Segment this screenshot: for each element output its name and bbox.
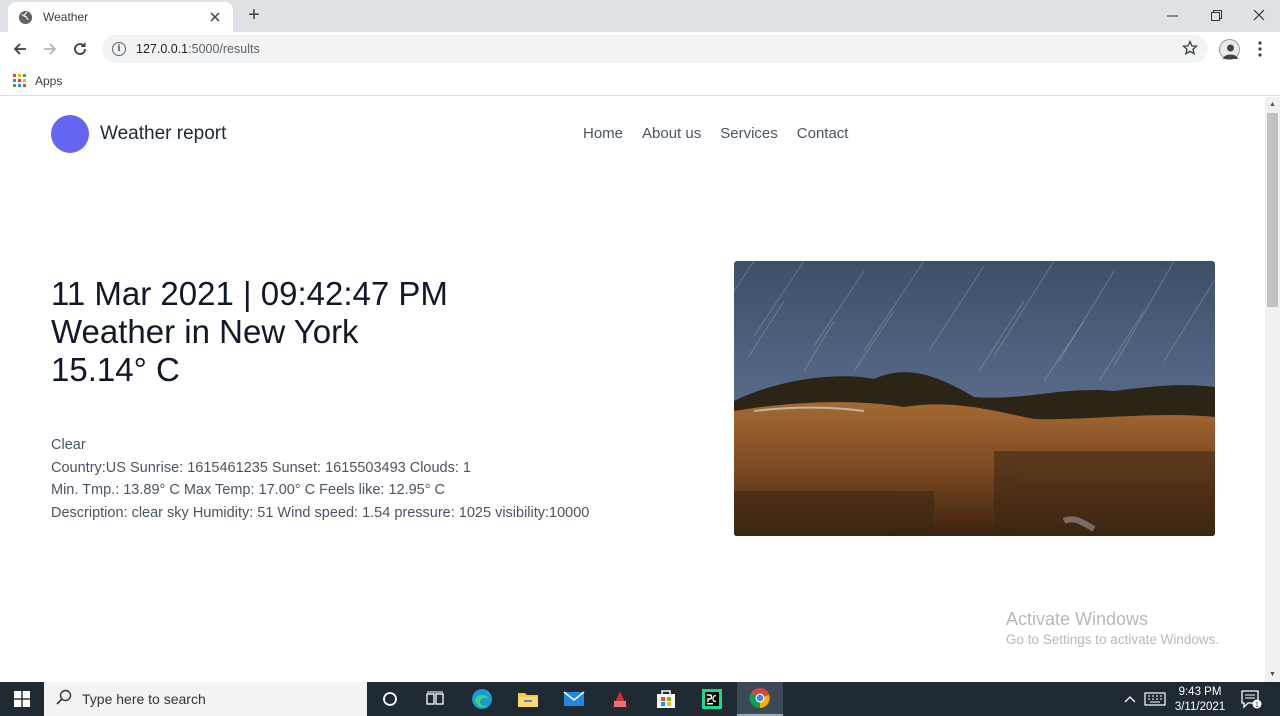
nav-contact[interactable]: Contact — [797, 125, 849, 142]
tray-chevron-up-icon[interactable] — [1120, 682, 1140, 716]
profile-avatar[interactable] — [1219, 39, 1240, 60]
nav-services[interactable]: Services — [720, 125, 778, 142]
temperature-line: Min. Tmp.: 13.89° C Max Temp: 17.00° C F… — [51, 482, 446, 498]
condition-text: Clear — [51, 437, 86, 453]
page-viewport: Weather report Home About us Services Co… — [0, 97, 1265, 682]
reload-icon[interactable] — [68, 37, 92, 61]
scroll-up-arrow-icon[interactable]: ▲ — [1265, 97, 1280, 112]
pycharm-icon[interactable] — [689, 682, 735, 716]
site-brand[interactable]: Weather report — [51, 115, 226, 153]
close-window-icon[interactable] — [1237, 0, 1280, 30]
weather-headline: 11 Mar 2021 | 09:42:47 PM Weather in New… — [51, 275, 448, 389]
country-sun-line: Country:US Sunrise: 1615461235 Sunset: 1… — [51, 459, 471, 476]
main-nav: Home About us Services Contact — [583, 125, 867, 142]
bookmarks-bar: Apps — [0, 66, 1280, 96]
chrome-icon[interactable] — [737, 682, 783, 716]
menu-kebab-icon[interactable] — [1254, 40, 1266, 58]
address-bar[interactable]: i 127.0.0.1:5000/results — [102, 35, 1208, 63]
maximize-icon[interactable] — [1194, 0, 1238, 30]
app-red-icon[interactable] — [597, 682, 643, 716]
bookmark-star-icon[interactable] — [1181, 39, 1200, 58]
forward-arrow-icon[interactable] — [38, 37, 62, 61]
datetime-heading: 11 Mar 2021 | 09:42:47 PM — [51, 275, 448, 312]
clock-date: 3/11/2021 — [1174, 701, 1226, 713]
close-tab-icon[interactable] — [207, 9, 223, 25]
temperature-heading: 15.14° C — [51, 351, 180, 388]
task-view-icon[interactable] — [412, 682, 458, 716]
browser-tab[interactable]: Weather — [8, 2, 233, 32]
site-info-icon[interactable]: i — [112, 42, 126, 56]
search-icon — [56, 689, 72, 710]
file-explorer-icon[interactable] — [505, 682, 551, 716]
taskbar-clock[interactable]: 9:43 PM 3/11/2021 — [1170, 685, 1230, 715]
scroll-down-arrow-icon[interactable]: ▼ — [1265, 667, 1280, 682]
notification-icon[interactable]: 1 — [1236, 682, 1266, 716]
globe-icon — [18, 10, 33, 25]
new-tab-button[interactable]: + — [244, 5, 264, 25]
notification-count: 1 — [1255, 702, 1259, 709]
cortana-icon[interactable] — [367, 682, 413, 716]
logo-circle — [51, 115, 89, 153]
mail-icon[interactable] — [551, 682, 597, 716]
description-line: Description: clear sky Humidity: 51 Wind… — [51, 504, 590, 521]
taskbar-search-box[interactable]: Type here to search — [44, 682, 367, 716]
edge-browser-icon[interactable] — [459, 682, 505, 716]
brand-title: Weather report — [100, 123, 227, 144]
apps-grid-icon[interactable] — [13, 74, 26, 87]
nav-home[interactable]: Home — [583, 125, 623, 142]
weather-landscape-image — [734, 261, 1215, 536]
back-arrow-icon[interactable] — [8, 37, 32, 61]
activate-windows-watermark: Activate Windows Go to Settings to activ… — [1006, 609, 1219, 647]
tab-title: Weather — [43, 10, 89, 24]
scroll-thumb[interactable] — [1267, 113, 1278, 307]
watermark-title: Activate Windows — [1006, 609, 1149, 629]
minimize-icon[interactable] — [1150, 0, 1194, 30]
store-icon[interactable] — [643, 682, 689, 716]
nav-about-us[interactable]: About us — [642, 125, 701, 142]
watermark-subtitle: Go to Settings to activate Windows. — [1006, 632, 1220, 647]
windows-start-icon[interactable] — [0, 682, 44, 716]
bookmark-apps[interactable]: Apps — [35, 74, 62, 88]
weather-details: Clear Country:US Sunrise: 1615461235 Sun… — [51, 434, 589, 524]
clock-time: 9:43 PM — [1178, 686, 1222, 698]
page-scrollbar[interactable]: ▲ ▼ — [1265, 97, 1280, 682]
windows-taskbar: Type here to search 9:43 PM 3/11/2021 1 — [0, 682, 1280, 716]
location-heading: Weather in New York — [51, 313, 359, 350]
search-placeholder: Type here to search — [82, 691, 206, 707]
browser-toolbar: i 127.0.0.1:5000/results — [0, 32, 1280, 66]
keyboard-icon[interactable] — [1142, 682, 1168, 716]
url-text: 127.0.0.1:5000/results — [136, 42, 260, 56]
tab-strip: Weather + — [0, 0, 1280, 32]
